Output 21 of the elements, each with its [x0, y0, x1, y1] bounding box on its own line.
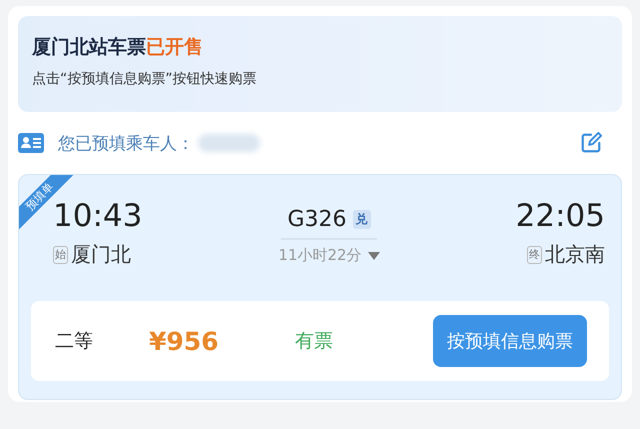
exchange-badge: 兑: [352, 210, 371, 229]
station-tag: 始: [53, 246, 68, 264]
time-text: 10:43: [53, 197, 142, 236]
seat-class: 二等: [55, 329, 94, 354]
time-text: 22:05: [516, 197, 605, 236]
edit-icon[interactable]: [580, 132, 602, 154]
buy-button[interactable]: 按预填信息购票: [433, 315, 587, 367]
train-number: G326: [287, 207, 347, 232]
availability-text: 有票: [295, 329, 334, 354]
banner-subtitle: 点击“按预填信息购票”按钮快速购票: [32, 70, 258, 88]
passenger-label: 您已预填乘车人：: [58, 132, 194, 154]
station-name: 厦门北: [71, 241, 131, 268]
sale-status: 已开售: [146, 36, 203, 58]
caret-icon: [368, 252, 380, 260]
banner-title: 厦门北站车票: [32, 36, 146, 58]
duration-dropdown[interactable]: 11小时22分: [278, 246, 380, 265]
station-tag: 终: [527, 246, 542, 264]
id-card-icon: [18, 133, 44, 153]
duration-text: 11小时22分: [278, 246, 362, 265]
station-name: 北京南: [545, 241, 605, 268]
ticket-price: ¥956: [149, 326, 220, 356]
